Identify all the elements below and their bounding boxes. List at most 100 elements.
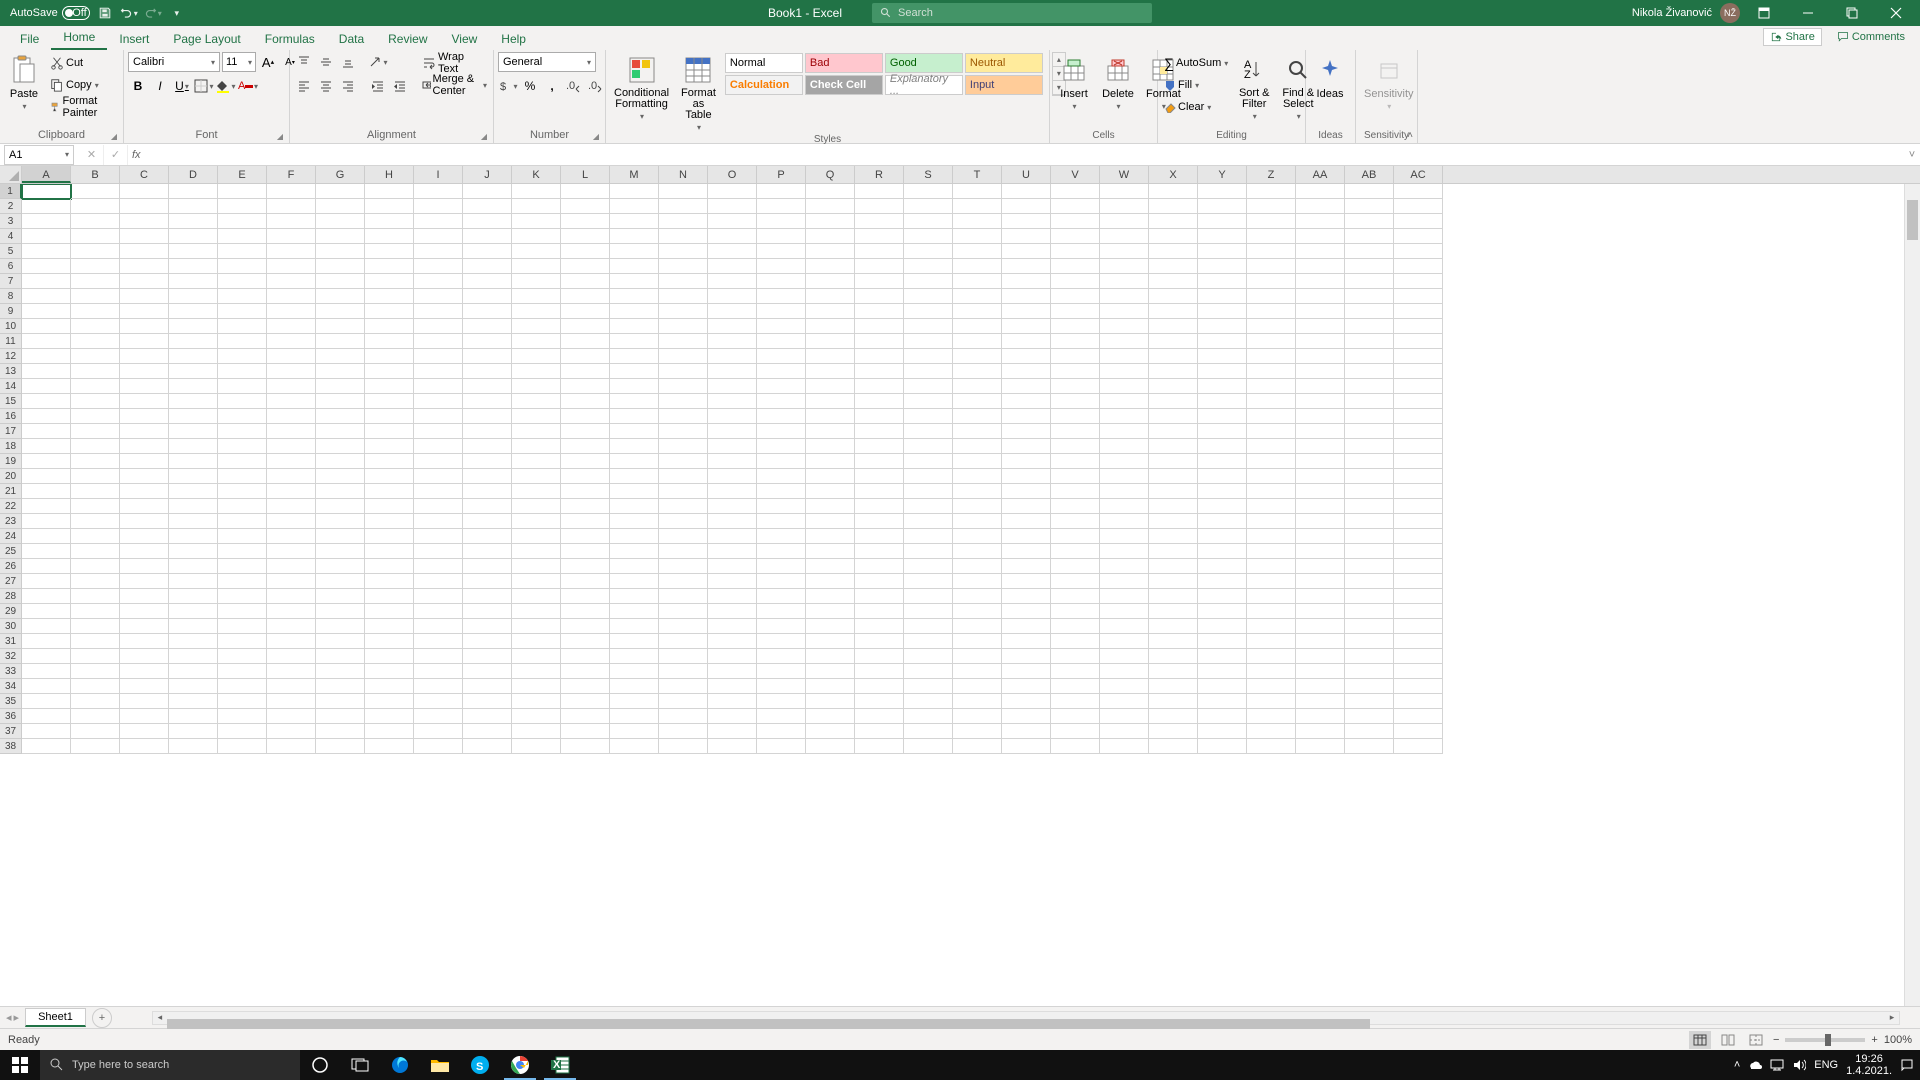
copy-button[interactable]: Copy▾ [48,74,119,96]
column-header[interactable]: AC [1394,166,1443,183]
borders-button[interactable]: ▾ [194,76,214,96]
cell[interactable] [610,604,659,619]
cell[interactable] [365,259,414,274]
cell[interactable] [1149,319,1198,334]
cell[interactable] [1100,514,1149,529]
grid-rows[interactable]: 1234567891011121314151617181920212223242… [0,184,1920,1006]
cell[interactable] [806,709,855,724]
cell[interactable] [365,214,414,229]
cell[interactable] [22,604,71,619]
cell[interactable] [22,649,71,664]
cell[interactable] [659,334,708,349]
cell[interactable] [806,244,855,259]
cell[interactable] [463,499,512,514]
cell[interactable] [953,634,1002,649]
cell[interactable] [316,664,365,679]
cell[interactable] [1100,319,1149,334]
cell[interactable] [1100,469,1149,484]
cell[interactable] [267,709,316,724]
cell[interactable] [855,184,904,199]
cell[interactable] [1345,559,1394,574]
cell[interactable] [267,439,316,454]
cell[interactable] [610,229,659,244]
cell[interactable] [659,349,708,364]
volume-icon[interactable] [1792,1058,1806,1072]
align-bottom-button[interactable] [338,52,358,72]
cell[interactable] [953,664,1002,679]
cell[interactable] [1198,409,1247,424]
cell[interactable] [806,499,855,514]
cell[interactable] [610,679,659,694]
cell[interactable] [120,244,169,259]
align-middle-button[interactable] [316,52,336,72]
cell[interactable] [610,664,659,679]
cell[interactable] [855,379,904,394]
cell[interactable] [708,439,757,454]
launcher-icon[interactable]: ◢ [111,132,117,141]
cell[interactable] [904,499,953,514]
cell[interactable] [561,664,610,679]
cell[interactable] [1345,649,1394,664]
cell[interactable] [610,439,659,454]
cell[interactable] [169,679,218,694]
cell[interactable] [806,484,855,499]
cell[interactable] [169,424,218,439]
cell[interactable] [120,349,169,364]
cell[interactable] [1247,709,1296,724]
cell[interactable] [267,334,316,349]
cell[interactable] [1051,679,1100,694]
cell[interactable] [22,514,71,529]
cell[interactable] [1100,604,1149,619]
cell[interactable] [1345,424,1394,439]
cell[interactable] [267,739,316,754]
cell[interactable] [463,439,512,454]
cell[interactable] [1051,199,1100,214]
cell[interactable] [855,349,904,364]
tab-view[interactable]: View [440,28,490,50]
cell[interactable] [855,724,904,739]
collapse-ribbon-icon[interactable]: ˄ [1407,130,1413,141]
cell[interactable] [71,499,120,514]
cell[interactable] [1296,544,1345,559]
cell[interactable] [463,184,512,199]
cell[interactable] [855,394,904,409]
row-header[interactable]: 15 [0,394,22,409]
cell[interactable] [414,499,463,514]
cell[interactable] [561,469,610,484]
cell[interactable] [463,544,512,559]
cell[interactable] [1394,544,1443,559]
cell[interactable] [953,199,1002,214]
cell[interactable] [904,349,953,364]
cell[interactable] [120,679,169,694]
cell[interactable] [561,514,610,529]
cell[interactable] [561,199,610,214]
cell[interactable] [22,574,71,589]
comma-button[interactable]: , [542,76,562,96]
cell[interactable] [1247,364,1296,379]
style-good[interactable]: Good [885,53,963,73]
cell[interactable] [1149,379,1198,394]
cell[interactable] [1051,274,1100,289]
indent-increase-button[interactable] [390,76,410,96]
cell[interactable] [218,649,267,664]
cell[interactable] [1296,694,1345,709]
cell[interactable] [1394,529,1443,544]
cell[interactable] [659,604,708,619]
launcher-icon[interactable]: ◢ [593,132,599,141]
cell[interactable] [757,724,806,739]
cell[interactable] [22,319,71,334]
cell[interactable] [1296,334,1345,349]
column-header[interactable]: O [708,166,757,183]
cell[interactable] [708,574,757,589]
cell[interactable] [1198,679,1247,694]
cell[interactable] [1296,424,1345,439]
cell[interactable] [708,649,757,664]
cell[interactable] [1051,574,1100,589]
cell[interactable] [904,409,953,424]
cell[interactable] [1345,319,1394,334]
cell[interactable] [806,514,855,529]
cell[interactable] [1002,184,1051,199]
cell[interactable] [463,379,512,394]
cell[interactable] [169,184,218,199]
cell[interactable] [169,739,218,754]
